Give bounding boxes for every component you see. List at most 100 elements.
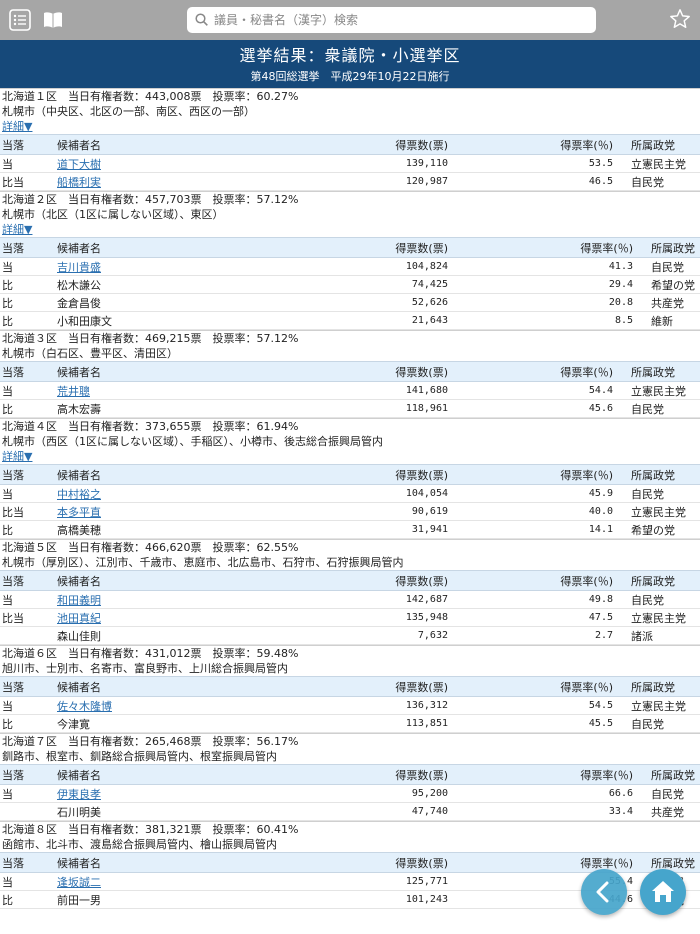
district-turnout: 北海道１区 当日有権者数：443,008票 投票率：60.27% [2, 90, 299, 103]
col-result: 当落 [0, 852, 55, 873]
district-area: 札幌市（北区（1区に属しない区域）、東区） [2, 208, 224, 221]
party-cell: 希望の党 [615, 520, 700, 539]
star-icon[interactable] [669, 8, 691, 30]
rate-cell: 54.4 [450, 381, 615, 400]
party-cell: 自民党 [615, 714, 700, 733]
candidates-table: 当落 候補者名 得票数(票) 得票率(％) 所属政党当伊東良孝 95,200 66.6 自民党… [0, 764, 700, 821]
list-icon[interactable] [9, 9, 31, 31]
result-cell: 比 [0, 275, 55, 294]
name-cell: 池田真紀 [55, 608, 325, 627]
party-cell: 立憲民主党 [615, 154, 700, 173]
col-votes: 得票数(票) [325, 464, 450, 485]
candidate-link[interactable]: 池田真紀 [57, 612, 101, 625]
votes-cell: 120,987 [325, 172, 450, 191]
district-turnout: 北海道６区 当日有権者数：431,012票 投票率：59.48% [2, 647, 299, 660]
party-cell: 立憲民主党 [615, 696, 700, 715]
name-cell: 道下大樹 [55, 154, 325, 173]
rate-cell: 8.5 [450, 311, 635, 330]
votes-cell: 135,948 [325, 608, 450, 627]
district-info: 北海道２区 当日有権者数：457,703票 投票率：57.12% 札幌市（北区（1… [0, 191, 700, 237]
table-row: 当佐々木隆博 136,312 54.5 立憲民主党 [0, 696, 700, 715]
party-cell: 自民党 [635, 784, 700, 803]
result-cell: 比 [0, 399, 55, 418]
name-cell: 逢坂誠二 [55, 872, 325, 891]
candidate-link[interactable]: 荒井聰 [57, 385, 90, 398]
table-header-row: 当落 候補者名 得票数(票) 得票率(％) 所属政党 [0, 134, 700, 155]
col-votes: 得票数(票) [325, 361, 450, 382]
rate-cell: 40.0 [450, 502, 615, 521]
col-result: 当落 [0, 676, 55, 697]
party-cell: 立憲民主党 [615, 608, 700, 627]
result-cell: 比当 [0, 502, 55, 521]
candidate-link[interactable]: 伊東良孝 [57, 788, 101, 801]
candidate-link[interactable]: 船橋利実 [57, 176, 101, 189]
table-header-row: 当落 候補者名 得票数(票) 得票率(％) 所属政党 [0, 676, 700, 697]
back-button[interactable] [581, 869, 627, 915]
candidate-name: 高木宏壽 [57, 402, 101, 416]
col-party: 所属政党 [615, 134, 700, 155]
district-info: 北海道１区 当日有権者数：443,008票 投票率：60.27% 札幌市（中央区、… [0, 88, 700, 134]
party-cell: 維新 [635, 311, 700, 330]
votes-cell: 47,740 [325, 802, 450, 821]
party-cell: 自民党 [635, 257, 700, 276]
votes-cell: 90,619 [325, 502, 450, 521]
votes-cell: 52,626 [325, 293, 450, 312]
rate-cell: 46.5 [450, 172, 615, 191]
district-area: 旭川市、士別市、名寄市、富良野市、上川総合振興局管内 [2, 662, 288, 675]
rate-cell: 20.8 [450, 293, 635, 312]
name-cell: 荒井聰 [55, 381, 325, 400]
table-row: 比小和田康文 21,643 8.5 維新 [0, 311, 700, 330]
home-button[interactable] [640, 869, 686, 915]
district-area: 釧路市、根室市、釧路総合振興局管内、根室振興局管内 [2, 750, 277, 763]
candidate-link[interactable]: 中村裕之 [57, 488, 101, 501]
result-cell: 比 [0, 520, 55, 539]
candidate-link[interactable]: 本多平直 [57, 506, 101, 519]
candidate-link[interactable]: 佐々木隆博 [57, 700, 112, 713]
name-cell: 森山佳則 [55, 626, 325, 645]
table-row: 比高木宏壽 118,961 45.6 自民党 [0, 399, 700, 418]
col-votes: 得票数(票) [325, 237, 450, 258]
col-result: 当落 [0, 237, 55, 258]
result-cell [0, 802, 55, 821]
col-rate: 得票率(％) [450, 464, 615, 485]
votes-cell: 21,643 [325, 311, 450, 330]
name-cell: 今津寛 [55, 714, 325, 733]
search-input[interactable]: 議員・秘書名（漢字）検索 [187, 7, 596, 33]
candidate-link[interactable]: 道下大樹 [57, 158, 101, 171]
district-area: 札幌市（厚別区）、江別市、千歳市、恵庭市、北広島市、石狩市、石狩振興局管内 [2, 556, 404, 569]
name-cell: 伊東良孝 [55, 784, 325, 803]
table-row: 当荒井聰 141,680 54.4 立憲民主党 [0, 381, 700, 400]
candidates-table: 当落 候補者名 得票数(票) 得票率(％) 所属政党当荒井聰 141,680 54.4 立憲民… [0, 361, 700, 418]
votes-cell: 139,110 [325, 154, 450, 173]
table-row: 比松木謙公 74,425 29.4 希望の党 [0, 275, 700, 294]
col-rate: 得票率(％) [450, 237, 635, 258]
col-name: 候補者名 [55, 676, 325, 697]
col-name: 候補者名 [55, 852, 325, 873]
table-row: 当伊東良孝 95,200 66.6 自民党 [0, 784, 700, 803]
candidate-link[interactable]: 和田義明 [57, 594, 101, 607]
candidate-link[interactable]: 逢坂誠二 [57, 876, 101, 889]
search-placeholder: 議員・秘書名（漢字）検索 [214, 13, 359, 27]
party-cell: 諸派 [615, 626, 700, 645]
district-area: 札幌市（西区（1区に属しない区域）、手稲区）、小樽市、後志総合振興局管内 [2, 435, 383, 448]
page-header: 選挙結果：衆議院・小選挙区 第48回総選挙 平成29年10月22日施行 [0, 40, 700, 88]
district-turnout: 北海道４区 当日有権者数：373,655票 投票率：61.94% [2, 420, 299, 433]
votes-cell: 118,961 [325, 399, 450, 418]
details-toggle[interactable]: 詳細▼ [2, 449, 32, 464]
table-row: 比高橋美穂 31,941 14.1 希望の党 [0, 520, 700, 539]
result-cell: 当 [0, 784, 55, 803]
party-cell: 共産党 [635, 293, 700, 312]
party-cell: 自民党 [615, 172, 700, 191]
rate-cell: 45.5 [450, 714, 615, 733]
col-votes: 得票数(票) [325, 134, 450, 155]
district-turnout: 北海道２区 当日有権者数：457,703票 投票率：57.12% [2, 193, 299, 206]
party-cell: 自民党 [615, 399, 700, 418]
votes-cell: 141,680 [325, 381, 450, 400]
candidates-table: 当落 候補者名 得票数(票) 得票率(％) 所属政党当和田義明 142,687 49.8 自民… [0, 570, 700, 645]
details-toggle[interactable]: 詳細▼ [2, 119, 32, 134]
rate-cell: 54.5 [450, 696, 615, 715]
details-toggle[interactable]: 詳細▼ [2, 222, 32, 237]
book-icon[interactable] [42, 9, 64, 31]
candidate-link[interactable]: 吉川貴盛 [57, 261, 101, 274]
page-title: 選挙結果：衆議院・小選挙区 [239, 46, 461, 65]
